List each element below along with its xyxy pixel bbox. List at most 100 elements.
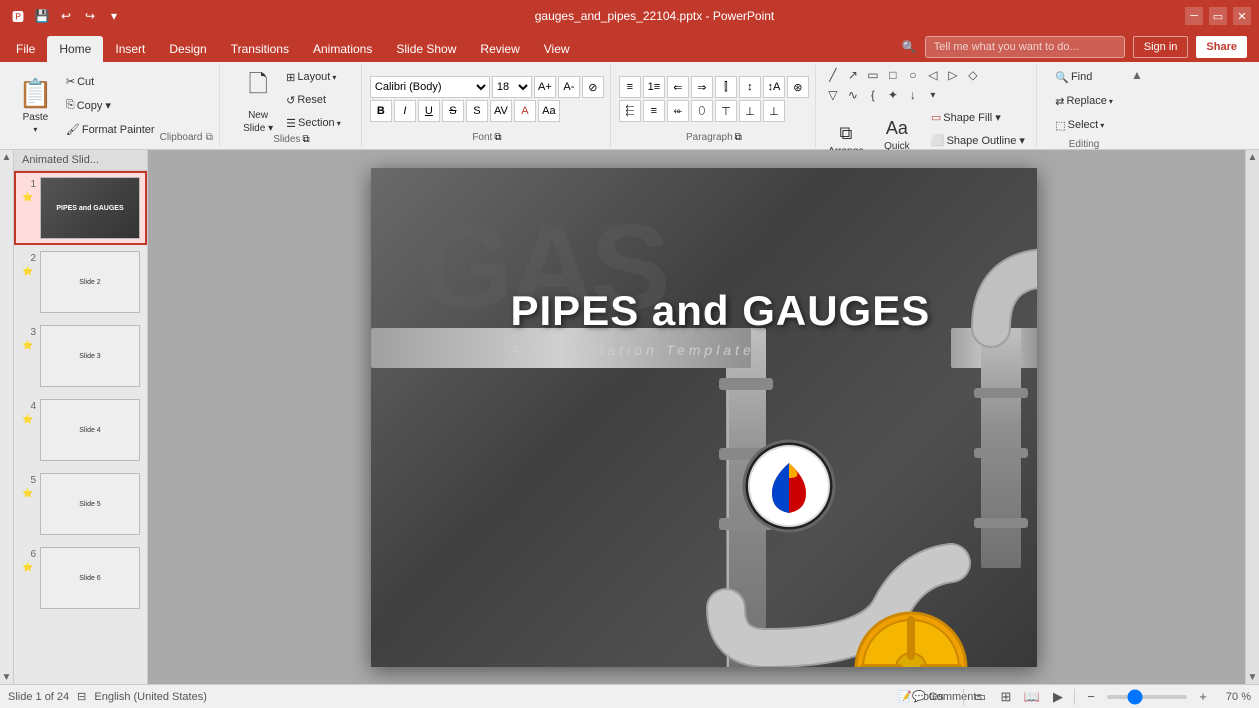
tab-slideshow[interactable]: Slide Show (384, 36, 468, 62)
slide-thumb-2[interactable]: 2 ⭐ Slide 2 (14, 245, 147, 319)
shape-line[interactable]: ╱ (824, 66, 842, 84)
paragraph-expand[interactable]: ⧉ (735, 132, 742, 143)
bullets-button[interactable]: ≡ (619, 76, 641, 98)
zoom-in-button[interactable]: + (1193, 688, 1213, 706)
normal-view-button[interactable]: ▭ (970, 688, 990, 706)
text-direction-button[interactable]: ↕A (763, 76, 785, 98)
decrease-indent-button[interactable]: ⇐ (667, 76, 689, 98)
format-painter-button[interactable]: 🖌 Format Painter (61, 119, 160, 141)
minimize-button[interactable]: ─ (1185, 7, 1203, 25)
slide-thumb-3[interactable]: 3 ⭐ Slide 3 (14, 319, 147, 393)
share-button[interactable]: Share (1196, 36, 1247, 58)
tab-design[interactable]: Design (157, 36, 218, 62)
align-right-button[interactable]: ⬰ (667, 100, 689, 122)
tab-review[interactable]: Review (468, 36, 531, 62)
search-input[interactable] (925, 36, 1125, 58)
copy-button[interactable]: ⎘ Copy ▾ (61, 95, 160, 117)
shape-star5[interactable]: ✦ (884, 86, 902, 104)
shape-callout[interactable]: ▽ (824, 86, 842, 104)
redo-button[interactable]: ↪ (80, 6, 100, 26)
scroll-down-button[interactable]: ▼ (0, 670, 14, 684)
char-spacing-button[interactable]: AV (490, 100, 512, 122)
close-button[interactable]: ✕ (1233, 7, 1251, 25)
convert-smartart-button[interactable]: ⊛ (787, 76, 809, 98)
shape-triangle-left[interactable]: ◁ (924, 66, 942, 84)
slide-thumb-4[interactable]: 4 ⭐ Slide 4 (14, 393, 147, 467)
bold-button[interactable]: B (370, 100, 392, 122)
new-slide-button[interactable]: 🗋 New Slide ▾ (237, 72, 279, 128)
shape-circle[interactable]: ○ (904, 66, 922, 84)
shape-rect[interactable]: ▭ (864, 66, 882, 84)
clear-formatting-button[interactable]: ⊘ (582, 76, 604, 98)
find-button[interactable]: 🔍 Find (1050, 66, 1118, 88)
zoom-slider[interactable] (1107, 695, 1187, 699)
ribbon-collapse-button[interactable]: ▲ (1131, 68, 1143, 82)
comments-button[interactable]: 💬 Comments (937, 688, 957, 706)
canvas-scroll-down-button[interactable]: ▼ (1246, 670, 1259, 684)
paste-button[interactable]: 📋 Paste ▾ (10, 78, 61, 134)
slide-sorter-button[interactable]: ⊞ (996, 688, 1016, 706)
scroll-up-button[interactable]: ▲ (0, 150, 14, 164)
layout-icon: ⊞ (286, 71, 295, 84)
columns-button[interactable]: ⫿ (715, 76, 737, 98)
justify-button[interactable]: ⬯ (691, 100, 713, 122)
underline-button[interactable]: U (418, 100, 440, 122)
align-left-button[interactable]: ⬱ (619, 100, 641, 122)
font-size-decrease-button[interactable]: A- (558, 76, 580, 98)
tab-animations[interactable]: Animations (301, 36, 384, 62)
cut-button[interactable]: ✂ Cut (61, 71, 160, 93)
sign-in-button[interactable]: Sign in (1133, 36, 1189, 58)
section-button[interactable]: ☰ Section ▾ (281, 112, 346, 134)
slide-thumb-5[interactable]: 5 ⭐ Slide 5 (14, 467, 147, 541)
tab-transitions[interactable]: Transitions (219, 36, 301, 62)
reset-button[interactable]: ↺ Reset (281, 89, 346, 111)
increase-indent-button[interactable]: ⇒ (691, 76, 713, 98)
change-case-button[interactable]: Aa (538, 100, 560, 122)
strikethrough-button[interactable]: S (442, 100, 464, 122)
undo-button[interactable]: ↩ (56, 6, 76, 26)
font-size-select[interactable]: 18 (492, 76, 532, 98)
align-top-button[interactable]: ⊤ (715, 100, 737, 122)
shape-arrow[interactable]: ↗ (844, 66, 862, 84)
align-middle-button[interactable]: ⊥ (739, 100, 761, 122)
slideshow-view-button[interactable]: ▶ (1048, 688, 1068, 706)
line-spacing-button[interactable]: ↕ (739, 76, 761, 98)
restore-button[interactable]: ▭ (1209, 7, 1227, 25)
numbering-button[interactable]: 1≡ (643, 76, 665, 98)
slide-thumb-1[interactable]: 1 ⭐ PIPES and GAUGES (14, 171, 147, 245)
shape-bracket-left[interactable]: { (864, 86, 882, 104)
zoom-out-button[interactable]: − (1081, 688, 1101, 706)
replace-button[interactable]: ⇄ Replace ▾ (1050, 90, 1118, 112)
slide-panel-icon[interactable]: ⊟ (77, 690, 86, 703)
font-color-button[interactable]: A (514, 100, 536, 122)
tab-insert[interactable]: Insert (103, 36, 157, 62)
shape-wave[interactable]: ∿ (844, 86, 862, 104)
align-center-button[interactable]: ≡ (643, 100, 665, 122)
italic-button[interactable]: I (394, 100, 416, 122)
shape-more[interactable]: ▾ (924, 86, 942, 104)
shape-fill-button[interactable]: ▭ Shape Fill ▾ (926, 106, 1030, 128)
save-button[interactable]: 💾 (32, 6, 52, 26)
shape-triangle-right[interactable]: ▷ (944, 66, 962, 84)
shape-down-arrow[interactable]: ↓ (904, 86, 922, 104)
shadow-button[interactable]: S (466, 100, 488, 122)
shape-diamond[interactable]: ◇ (964, 66, 982, 84)
tab-view[interactable]: View (532, 36, 582, 62)
slide-thumb-6[interactable]: 6 ⭐ Slide 6 (14, 541, 147, 615)
tab-home[interactable]: Home (47, 36, 103, 62)
font-expand[interactable]: ⧉ (494, 132, 501, 143)
slides-expand[interactable]: ⧉ (302, 134, 309, 145)
align-bottom-button[interactable]: ⊥ (763, 100, 785, 122)
shape-square[interactable]: □ (884, 66, 902, 84)
reading-view-button[interactable]: 📖 (1022, 688, 1042, 706)
shape-outline-button[interactable]: ⬜ Shape Outline ▾ (926, 129, 1030, 151)
layout-button[interactable]: ⊞ Layout ▾ (281, 66, 346, 88)
powerpoint-icon[interactable]: 🅿 (8, 6, 28, 26)
font-size-increase-button[interactable]: A+ (534, 76, 556, 98)
customize-button[interactable]: ▾ (104, 6, 124, 26)
tab-file[interactable]: File (4, 36, 47, 62)
select-button[interactable]: ⬚ Select ▾ (1050, 114, 1118, 136)
clipboard-expand[interactable]: ⧉ (206, 132, 213, 143)
canvas-scroll-up-button[interactable]: ▲ (1246, 150, 1259, 164)
font-name-select[interactable]: Calibri (Body) (370, 76, 490, 98)
